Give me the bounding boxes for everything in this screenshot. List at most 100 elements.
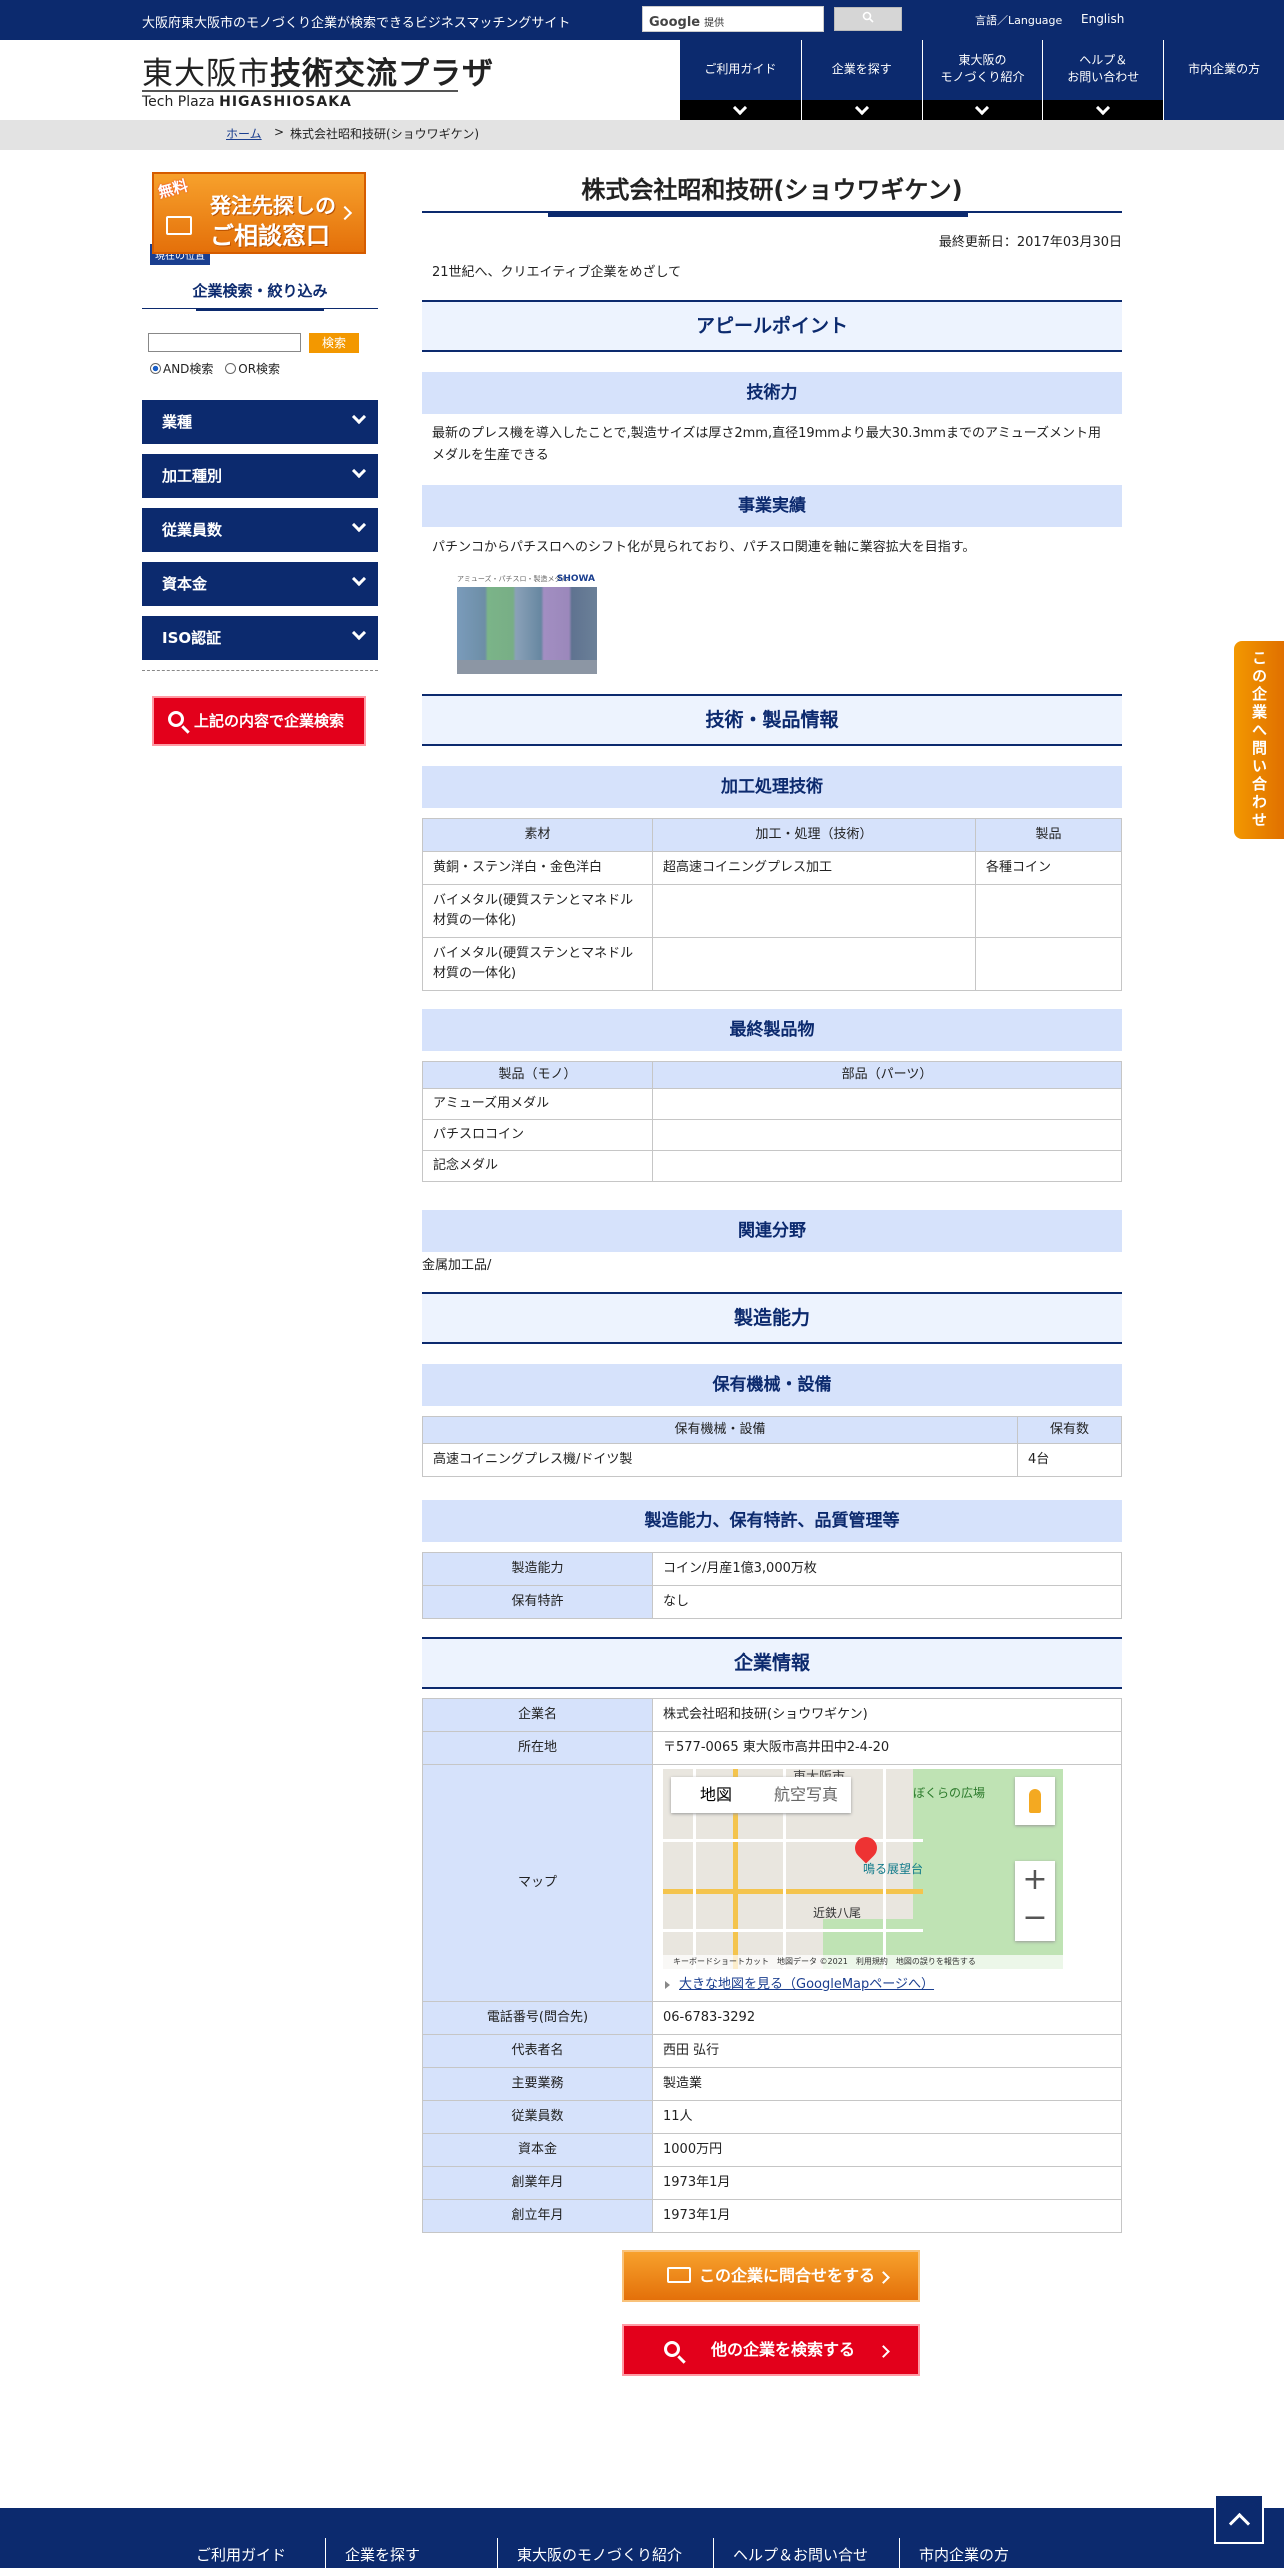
filter-industry[interactable]: 業種 — [142, 400, 378, 444]
chevron-down-icon — [351, 625, 367, 641]
logo-ja-light: 東大阪市 — [142, 56, 270, 92]
language-link[interactable]: 言語／Language — [975, 12, 1062, 28]
row-key: 創業年月 — [422, 2166, 653, 2200]
heading-underline-accent — [196, 308, 324, 311]
logo-en-bold: HIGASHIOSAKA — [219, 94, 352, 110]
footer-help-link[interactable]: ヘルプ＆お問い合せ — [733, 2544, 868, 2565]
final-products-table: 製品（モノ） 部品（パーツ） アミューズ用メダル パチスロコイン 記念メダル — [422, 1061, 1122, 1182]
last-updated: 最終更新日：2017年03月30日 — [938, 235, 1122, 250]
consult-banner[interactable]: 無料 発注先探しの ご相談窓口 — [152, 172, 366, 254]
radio-and[interactable] — [150, 363, 161, 374]
tech-text: 最新のプレス機を導入したことで,製造サイズは厚さ2mm,直径19mmより最大30… — [432, 426, 1102, 463]
column-header: 製品 — [975, 818, 1122, 852]
filter-employees[interactable]: 従業員数 — [142, 508, 378, 552]
table-header-row: 製品（モノ） 部品（パーツ） — [422, 1061, 1122, 1089]
table-row: 保有特許 なし — [422, 1585, 1122, 1619]
table-cell — [652, 1119, 1122, 1151]
filter-process-type[interactable]: 加工種別 — [142, 454, 378, 498]
map-label: 鳴る展望台 — [863, 1862, 924, 1876]
page-title: 株式会社昭和技研(ショウワギケン) — [581, 176, 963, 204]
quality-table: 製造能力 コイン/月産1億3,000万枚 保有特許 なし — [422, 1552, 1122, 1619]
site-tagline: 大阪府東大阪市のモノづくり企業が検索できるビジネスマッチングサイト — [142, 16, 571, 31]
related-field-text: 金属加工品/ — [422, 1258, 492, 1273]
english-link[interactable]: English — [1081, 12, 1124, 26]
filter-search-button[interactable]: 上記の内容で企業検索 — [152, 696, 366, 746]
map-tab-map[interactable]: 地図 — [671, 1777, 761, 1813]
search-other-button[interactable]: 他の企業を検索する — [622, 2324, 920, 2376]
footer: ご利用ガイド 企業を探す 東大阪のモノづくり紹介 ヘルプ＆お問い合せ 市内企業の… — [0, 2508, 1284, 2568]
site-logo[interactable]: 東大阪市技術交流プラザ — [142, 48, 494, 93]
floating-contact-tab[interactable]: この企業へ問い合わせ — [1234, 641, 1284, 839]
nav-local-companies[interactable]: 市内企業の方 — [1163, 40, 1284, 120]
table-cell — [652, 884, 976, 938]
table-cell — [975, 884, 1122, 938]
table-cell: 4台 — [1017, 1443, 1122, 1477]
footer-separator — [713, 2538, 714, 2568]
row-key: 保有特許 — [422, 1585, 653, 1619]
row-key: 企業名 — [422, 1698, 653, 1732]
filter-iso[interactable]: ISO認証 — [142, 616, 378, 660]
google-map[interactable]: 東大阪市 ぼくらの広場 鳴る展望台 近鉄八尾 地図航空写真 +− キーボードショ… — [663, 1769, 1063, 1969]
title-underline-accent — [548, 211, 968, 217]
chevron-down-icon — [975, 100, 990, 115]
site-search-button[interactable] — [834, 7, 902, 31]
map-tab-satellite[interactable]: 航空写真 — [761, 1777, 851, 1813]
zoom-out-icon[interactable]: − — [1015, 1899, 1055, 1937]
consult-line2: ご相談窓口 — [210, 222, 330, 250]
keyword-search-input[interactable] — [148, 333, 301, 352]
subsection-quality: 製造能力、保有特許、品質管理等 — [422, 1500, 1122, 1542]
site-search-input[interactable]: Google 提供 — [642, 6, 824, 32]
subsection-final-products: 最終製品物 — [422, 1009, 1122, 1051]
subsection-related-field: 関連分野 — [422, 1210, 1122, 1252]
footer-guide-link[interactable]: ご利用ガイド — [196, 2544, 286, 2565]
nav-label: 市内企業の方 — [1188, 61, 1261, 76]
street-view-pegman-icon[interactable] — [1015, 1777, 1055, 1825]
large-map-link[interactable]: 大きな地図を見る（GoogleMapページへ） — [663, 1975, 1111, 1995]
back-to-top-button[interactable] — [1214, 2494, 1264, 2544]
chevron-right-icon — [877, 2345, 890, 2358]
table-cell: 高速コイニングプレス機/ドイツ製 — [422, 1443, 1018, 1477]
row-key: 資本金 — [422, 2133, 653, 2167]
logo-en-light: Tech Plaza — [142, 94, 220, 110]
row-value: 11人 — [652, 2100, 1122, 2134]
factory-photo[interactable]: アミューズ・パチスロ・製造メダル SHOWA — [457, 574, 597, 674]
nav-help[interactable]: ヘルプ＆ お問い合わせ — [1042, 40, 1164, 120]
zoom-in-icon[interactable]: + — [1015, 1861, 1055, 1899]
breadcrumb-home-link[interactable]: ホーム — [226, 125, 262, 142]
table-row: 所在地 〒577-0065 東大阪市高井田中2-4-20 — [422, 1731, 1122, 1765]
factory-image — [457, 587, 597, 674]
radio-or[interactable] — [225, 363, 237, 374]
row-value: 1973年1月 — [652, 2166, 1122, 2200]
table-row: マップ 東大阪市 ぼくらの広場 鳴る展望台 近鉄八尾 地図航空写真 +− — [422, 1764, 1122, 2002]
row-value: 06-6783-3292 — [652, 2001, 1122, 2035]
chevron-down-icon — [1096, 100, 1111, 115]
contact-label: この企業に問合せをする — [698, 2266, 875, 2285]
search-provider: 提供 — [704, 18, 725, 29]
subsection-tech: 技術力 — [422, 372, 1122, 414]
map-label: 近鉄八尾 — [813, 1906, 862, 1920]
map-footer: キーボードショートカット 地図データ ©2021 利用規約 地図の誤りを報告する — [663, 1955, 1063, 1969]
free-label: 無料 — [156, 176, 190, 202]
footer-monozukuri-link[interactable]: 東大阪のモノづくり紹介 — [517, 2544, 682, 2565]
row-value: 1000万円 — [652, 2133, 1122, 2167]
map-label: ぼくらの広場 — [913, 1786, 986, 1800]
nav-find-company[interactable]: 企業を探す — [800, 40, 922, 120]
record-text: パチンコからパチスロへのシフト化が見られており、パチスロ関連を軸に業容拡大を目指… — [432, 540, 976, 555]
search-other-label: 他の企業を検索する — [710, 2340, 855, 2359]
keyword-search-button[interactable]: 検索 — [309, 333, 359, 353]
nav-label: 東大阪の モノづくり紹介 — [940, 53, 1025, 84]
breadcrumb-current: 株式会社昭和技研(ショウワギケン) — [290, 127, 480, 141]
filter-capital[interactable]: 資本金 — [142, 562, 378, 606]
table-cell — [652, 1150, 1122, 1182]
footer-local-link[interactable]: 市内企業の方 — [919, 2544, 1009, 2565]
nav-guide[interactable]: ご利用ガイド — [680, 40, 801, 120]
table-cell: バイメタル(硬質ステンとマネドル材質の一体化) — [422, 937, 653, 991]
row-key: 所在地 — [422, 1731, 653, 1765]
footer-find-link[interactable]: 企業を探す — [345, 2544, 420, 2565]
map-cell: 東大阪市 ぼくらの広場 鳴る展望台 近鉄八尾 地図航空写真 +− キーボードショ… — [652, 1764, 1122, 2002]
logo-divider — [142, 90, 458, 92]
table-header-row: 保有機械・設備 保有数 — [422, 1416, 1122, 1444]
contact-company-button[interactable]: この企業に問合せをする — [622, 2250, 920, 2302]
nav-monozukuri[interactable]: 東大阪の モノづくり紹介 — [921, 40, 1043, 120]
search-mode-radios: AND検索 OR検索 — [150, 360, 280, 377]
